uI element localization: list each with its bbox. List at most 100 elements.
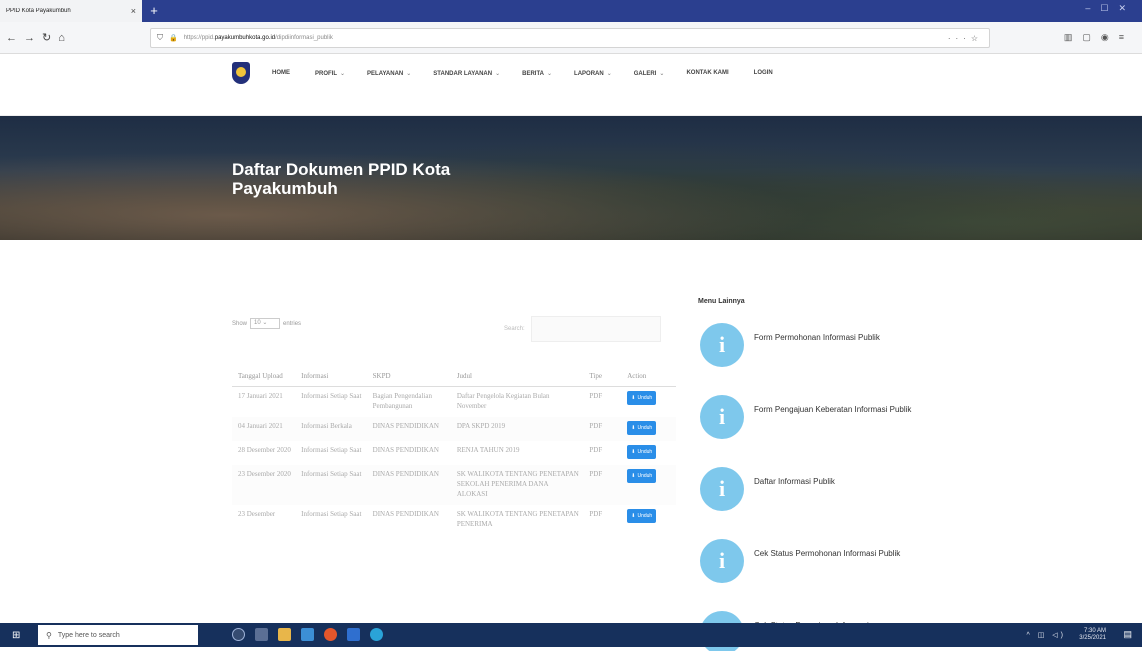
cell-date: 04 Januari 2021 (232, 416, 296, 441)
chrome-icon[interactable] (370, 628, 383, 641)
column-header-tanggal[interactable]: Tanggal Upload (232, 350, 296, 387)
column-header-tipe[interactable]: Tipe (583, 350, 622, 387)
cell-judul: DPA SKPD 2019 (450, 416, 584, 441)
download-button[interactable]: ⬇ Unduh (627, 508, 657, 523)
clock-date: 3/25/2021 (1079, 635, 1106, 641)
cell-tipe: PDF (583, 416, 622, 441)
firefox-icon[interactable] (324, 628, 337, 641)
table-row: 23 Desember 2020 Informasi Setiap Saat D… (232, 464, 676, 505)
chevron-down-icon: ⌄ (606, 71, 612, 77)
table-row: 04 Januari 2021 Informasi Berkala DINAS … (232, 416, 676, 441)
close-icon[interactable]: × (131, 6, 136, 16)
sidebar-item-label: Form Pengajuan Keberatan Informasi Publi… (754, 405, 912, 414)
download-icon: ⬇ (631, 424, 636, 431)
download-icon: ⬇ (631, 394, 636, 401)
search-input[interactable] (530, 316, 661, 342)
sidebar-item-form-permohonan[interactable]: i Form Permohonan Informasi Publik (698, 323, 958, 395)
download-icon: ⬇ (631, 448, 636, 455)
cell-judul: RENJA TAHUN 2019 (450, 440, 584, 465)
taskbar-search-placeholder: Type here to search (57, 631, 120, 639)
url-domain: payakumbuhkota.go.id (214, 35, 276, 41)
lock-icon[interactable]: 🔒 (169, 34, 178, 42)
menu-item-profil[interactable]: PROFIL ⌄ (315, 70, 345, 77)
new-tab-button[interactable]: + (146, 3, 162, 19)
widgets-icon[interactable] (255, 628, 268, 641)
cell-action: ⬇ Unduh (621, 440, 676, 465)
cell-judul: Daftar Pengelola Kegiatan Bulan November (450, 386, 584, 417)
main-menu: HOME PROFIL ⌄ PELAYANAN ⌄ STANDAR LAYANAN ⌄… (272, 70, 776, 77)
entries-label: entries (283, 320, 302, 327)
browser-tabstrip: PPID Kota Payakumbuh × + –☐✕ (0, 0, 1142, 22)
table-search: Search: (504, 316, 661, 342)
cell-date: 23 Desember (232, 504, 296, 535)
store-icon[interactable] (301, 628, 314, 641)
column-header-informasi[interactable]: Informasi (295, 350, 367, 387)
download-button[interactable]: ⬇ Unduh (627, 468, 657, 483)
sidebar-item-daftar-informasi[interactable]: i Daftar Informasi Publik (698, 467, 958, 539)
column-header-skpd[interactable]: SKPD (366, 350, 451, 387)
back-icon[interactable]: ← (6, 32, 24, 44)
cell-action: ⬇ Unduh (621, 386, 676, 417)
menu-item-pelayanan[interactable]: PELAYANAN ⌄ (367, 70, 411, 77)
nav-buttons: ←→↻⌂ (6, 31, 72, 44)
file-explorer-icon[interactable] (278, 628, 291, 641)
menu-item-home[interactable]: HOME (272, 70, 293, 77)
clock[interactable]: 7:30 AM 3/25/2021 (1079, 628, 1106, 642)
menu-item-login[interactable]: LOGIN (754, 70, 776, 77)
clock-time: 7:30 AM (1083, 628, 1106, 634)
sidebar-item-cek-permohonan[interactable]: i Cek Status Permohonan Informasi Publik (698, 539, 958, 611)
table-row: 23 Desember Informasi Setiap Saat DINAS … (232, 504, 676, 535)
cell-skpd: DINAS PENDIDIKAN (366, 440, 451, 465)
menu-item-laporan[interactable]: LAPORAN ⌄ (574, 70, 612, 77)
entries-select[interactable]: 10 ⌄ (250, 318, 281, 329)
cell-date: 28 Desember 2020 (232, 440, 296, 465)
download-icon: ⬇ (631, 472, 636, 479)
url-actions[interactable]: ···☆ (948, 34, 983, 43)
cell-action: ⬇ Unduh (621, 416, 676, 441)
site-logo[interactable] (232, 62, 250, 84)
download-button[interactable]: ⬇ Unduh (627, 444, 657, 459)
column-header-judul[interactable]: Judul (450, 350, 584, 387)
cell-date: 17 Januari 2021 (232, 386, 296, 417)
toolbar-icons[interactable]: ▥▢◉≡ (1064, 32, 1134, 43)
table-row: 17 Januari 2021 Informasi Setiap Saat Ba… (232, 386, 676, 417)
menu-item-kontak-kami[interactable]: KONTAK KAMI (686, 70, 731, 77)
notification-icon[interactable]: ▤ (1123, 629, 1132, 640)
reload-icon[interactable]: ↻ (42, 32, 58, 44)
cell-judul: SK WALIKOTA TENTANG PENETAPAN SEKOLAH PE… (450, 464, 584, 505)
shield-icon[interactable]: ⛉ (157, 33, 163, 43)
window-controls[interactable]: –☐✕ (1085, 3, 1136, 14)
menu-item-standar-layanan[interactable]: STANDAR LAYANAN ⌄ (433, 70, 500, 77)
cell-info: Informasi Setiap Saat (295, 504, 367, 535)
documents-table: Tanggal Upload Informasi SKPD Judul Tipe… (232, 350, 676, 535)
download-icon: ⬇ (631, 512, 636, 519)
home-icon[interactable]: ⌂ (58, 32, 72, 44)
taskbar-apps (232, 628, 383, 641)
forward-icon[interactable]: → (24, 32, 42, 44)
sidebar-heading: Menu Lainnya (698, 298, 745, 305)
windows-icon[interactable]: ⊞ (12, 630, 20, 641)
cell-skpd: DINAS PENDIDIKAN (366, 504, 451, 535)
address-bar[interactable]: ⛉ 🔒 https://ppid. payakumbuhkota.go.id /… (150, 28, 990, 48)
chevron-down-icon: ⌄ (547, 71, 553, 77)
cell-skpd: DINAS PENDIDIKAN (366, 416, 451, 441)
sidebar-item-form-keberatan[interactable]: i Form Pengajuan Keberatan Informasi Pub… (698, 395, 958, 467)
cell-info: Informasi Setiap Saat (295, 386, 367, 417)
browser-tab[interactable]: PPID Kota Payakumbuh × (0, 0, 142, 22)
cell-skpd: Bagian Pengendalian Pembangunan (366, 386, 451, 417)
chevron-down-icon: ⌄ (659, 71, 665, 77)
word-icon[interactable] (347, 628, 360, 641)
cell-action: ⬇ Unduh (621, 464, 676, 505)
menu-item-galeri[interactable]: GALERI ⌄ (634, 70, 665, 77)
menu-item-berita[interactable]: BERITA ⌄ (522, 70, 552, 77)
windows-taskbar: ⊞ ⚲ Type here to search ^ ◫ ◁) 7:30 AM 3… (0, 623, 1142, 647)
download-button[interactable]: ⬇ Unduh (627, 390, 657, 405)
download-button[interactable]: ⬇ Unduh (627, 420, 657, 435)
cell-info: Informasi Setiap Saat (295, 440, 367, 465)
system-tray-icons[interactable]: ^ ◫ ◁) (1026, 631, 1066, 639)
cell-skpd: DINAS PENDIDIKAN (366, 464, 451, 505)
info-icon: i (700, 467, 744, 511)
task-view-icon[interactable] (232, 628, 245, 641)
taskbar-search[interactable]: ⚲ Type here to search (38, 625, 198, 645)
sidebar-menu: Menu Lainnya i Form Permohonan Informasi… (698, 298, 958, 651)
